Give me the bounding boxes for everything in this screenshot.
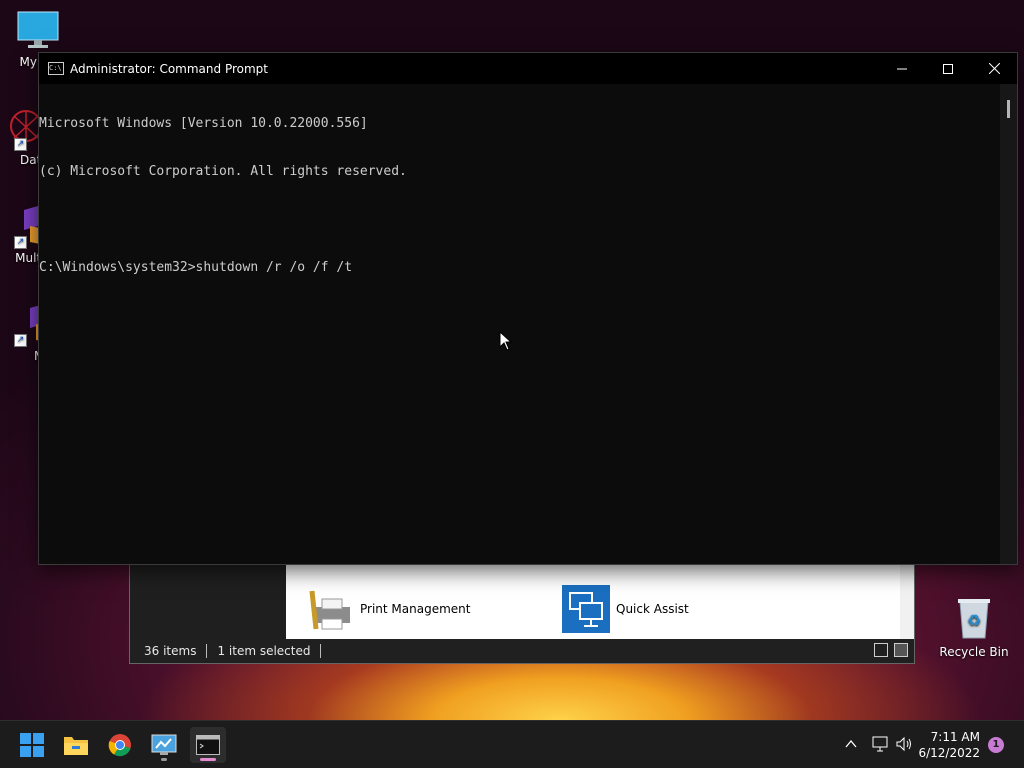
chevron-up-icon[interactable] xyxy=(845,739,857,749)
minimize-button[interactable] xyxy=(879,53,925,84)
desktop-icon-recycle-bin[interactable]: ♻ Recycle Bin xyxy=(936,596,1012,659)
title-bar[interactable]: C:\ Administrator: Command Prompt xyxy=(39,53,1017,84)
console-line: Microsoft Windows [Version 10.0.22000.55… xyxy=(39,116,368,131)
details-view-icon[interactable] xyxy=(874,643,888,657)
shortcut-arrow-icon: ↗ xyxy=(14,236,27,249)
clock-date: 6/12/2022 xyxy=(918,746,980,760)
recycle-bin-icon: ♻ xyxy=(958,599,990,639)
large-icons-view-icon[interactable] xyxy=(894,643,908,657)
navigation-pane[interactable] xyxy=(130,561,286,639)
console-scrollbar[interactable] xyxy=(1000,84,1017,564)
scrollbar-thumb[interactable] xyxy=(1007,100,1010,118)
view-switcher xyxy=(874,643,908,657)
taskbar-chrome[interactable] xyxy=(102,727,138,763)
status-divider xyxy=(206,644,208,658)
windows-logo-icon xyxy=(20,733,44,757)
item-label: Quick Assist xyxy=(616,602,689,616)
explorer-scrollbar[interactable] xyxy=(900,561,914,639)
explorer-content: Print Management Quick Assist xyxy=(286,561,900,639)
cmd-app-icon: C:\ xyxy=(48,62,64,75)
command-prompt-window: C:\ Administrator: Command Prompt Micros… xyxy=(38,52,1018,565)
active-indicator xyxy=(200,758,216,761)
item-label: Print Management xyxy=(360,602,471,616)
desktop-icon-label: Recycle Bin xyxy=(939,645,1009,659)
window-title: Administrator: Command Prompt xyxy=(70,61,268,76)
console-line: (c) Microsoft Corporation. All rights re… xyxy=(39,164,407,179)
console-output[interactable]: Microsoft Windows [Version 10.0.22000.55… xyxy=(39,84,1000,564)
taskbar-control-panel[interactable] xyxy=(146,727,182,763)
minimize-icon xyxy=(897,68,907,69)
maximize-icon xyxy=(943,63,953,74)
terminal-icon xyxy=(196,735,220,755)
maximize-button[interactable] xyxy=(925,53,971,84)
printer-icon xyxy=(309,590,350,630)
list-item-quick-assist[interactable]: Quick Assist xyxy=(562,585,689,633)
folder-icon xyxy=(64,737,88,755)
shortcut-arrow-icon: ↗ xyxy=(14,334,27,347)
system-clock[interactable]: 7:11 AM 6/12/2022 xyxy=(918,729,980,761)
command-input-line[interactable]: C:\Windows\system32>shutdown /r /o /f /t xyxy=(39,260,1000,276)
shortcut-arrow-icon: ↗ xyxy=(14,138,27,151)
control-panel-icon xyxy=(151,734,177,755)
volume-icon[interactable] xyxy=(895,735,913,753)
file-explorer-window: Print Management Quick Assist 36 items 1… xyxy=(129,560,915,664)
monitor-icon xyxy=(17,11,59,48)
status-bar: 36 items 1 item selected xyxy=(130,639,914,663)
running-indicator xyxy=(161,758,167,761)
taskbar-file-explorer[interactable] xyxy=(58,727,94,763)
list-item-print-management[interactable]: Print Management xyxy=(306,585,470,633)
svg-text:♻: ♻ xyxy=(967,611,981,630)
selection-count: 1 item selected xyxy=(217,644,311,658)
mouse-cursor-icon xyxy=(499,331,513,351)
taskbar: 7:11 AM 6/12/2022 1 xyxy=(0,720,1024,768)
network-icon[interactable] xyxy=(871,735,889,753)
start-button[interactable] xyxy=(14,727,50,763)
quick-assist-icon xyxy=(562,585,610,633)
close-icon xyxy=(988,63,1000,74)
item-count: 36 items xyxy=(144,644,197,658)
notification-badge[interactable]: 1 xyxy=(988,737,1004,753)
window-controls xyxy=(879,53,1017,84)
taskbar-command-prompt[interactable] xyxy=(190,727,226,763)
chrome-icon xyxy=(108,734,131,757)
status-divider xyxy=(320,644,322,658)
close-button[interactable] xyxy=(971,53,1017,84)
clock-time: 7:11 AM xyxy=(930,730,980,744)
